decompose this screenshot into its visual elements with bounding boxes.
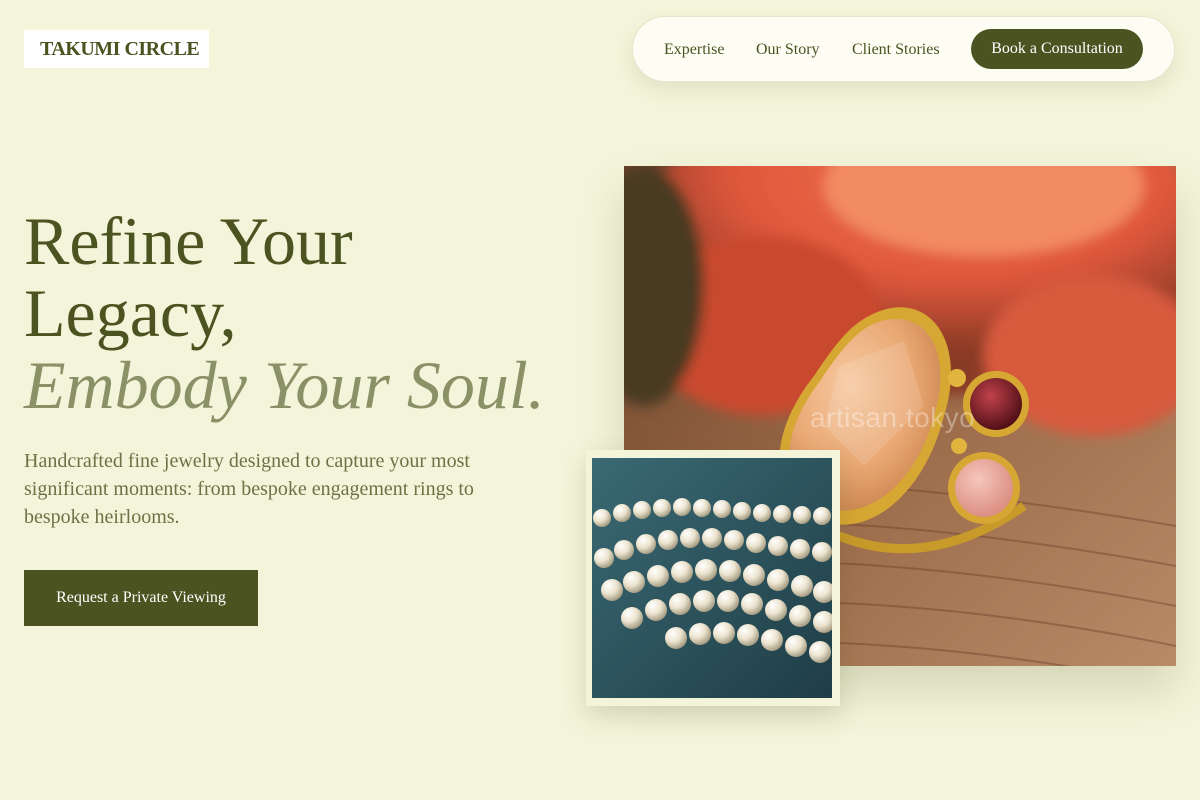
nav-link-expertise[interactable]: Expertise bbox=[664, 17, 724, 83]
hero-subtext: Handcrafted fine jewelry designed to cap… bbox=[24, 450, 474, 528]
pearls-photo bbox=[592, 458, 832, 698]
pearls-illustration bbox=[592, 458, 832, 698]
headline-line-2: Legacy, bbox=[24, 275, 237, 351]
request-private-viewing-button[interactable]: Request a Private Viewing bbox=[24, 570, 258, 626]
top-navigation: Expertise Our Story Client Stories Book … bbox=[632, 16, 1175, 82]
brand-logo[interactable]: TAKUMI CIRCLE bbox=[24, 30, 209, 68]
hero-headline: Refine Your Legacy, Embody Your Soul. bbox=[24, 205, 604, 421]
book-consultation-button[interactable]: Book a Consultation bbox=[971, 29, 1143, 69]
nav-link-client-stories[interactable]: Client Stories bbox=[852, 17, 940, 83]
image-watermark: artisan.tokyo bbox=[810, 402, 976, 433]
page: TAKUMI CIRCLE Expertise Our Story Client… bbox=[0, 0, 1200, 800]
headline-accent: Embody Your Soul. bbox=[24, 347, 545, 423]
pearls-photo-frame bbox=[586, 450, 840, 706]
headline-line-1: Refine Your bbox=[24, 203, 353, 279]
logo-text[interactable]: TAKUMI CIRCLE bbox=[40, 38, 200, 61]
nav-link-our-story[interactable]: Our Story bbox=[756, 17, 820, 83]
